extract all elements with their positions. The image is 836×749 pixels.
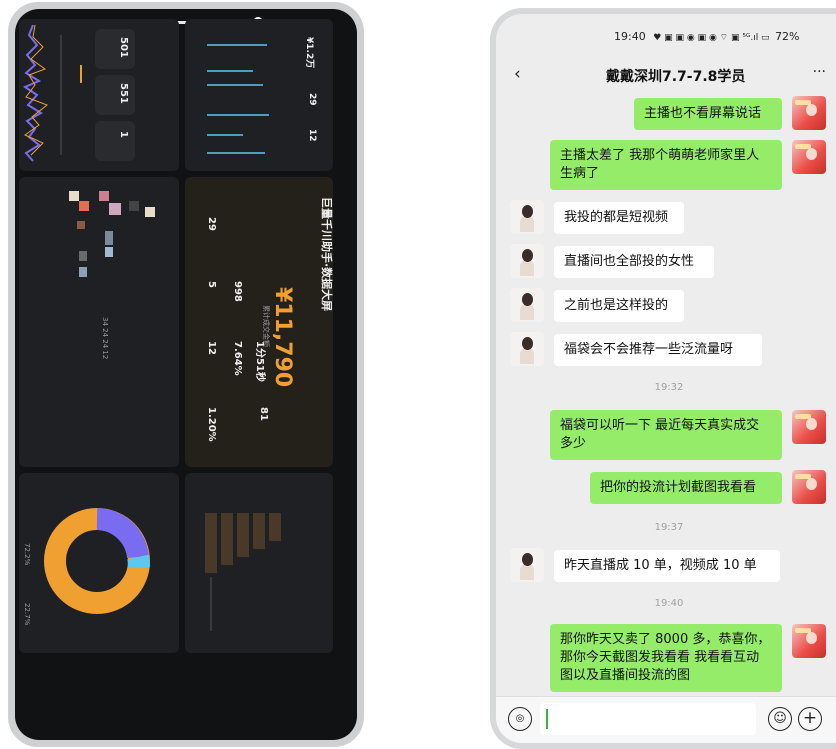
message-bubble-sent[interactable]: 主播也不看屏幕说话 [634,98,782,130]
avatar-contact[interactable] [510,332,544,366]
top-value-3: 12 [307,129,317,142]
avatar-me[interactable] [792,470,826,504]
chat-header: ‹ 戴戴深圳7.7-7.8学员 ··· [496,62,836,90]
traffic-donut-chart [44,508,150,614]
avatar-me[interactable] [792,410,826,444]
dashboard-title: 巨量千川助手·数据大屏 [320,197,333,312]
right-phone-frame: 19:40 ♥ ▣ ▣ ◉ ▣ ◉ ⌔ ▣ ⁵ᴳ.ıl ▭ 72% ‹ 戴戴深圳… [490,8,836,749]
avatar-contact[interactable] [510,288,544,322]
heatmap-axis-labels: 34 24 24 12 [101,317,109,360]
traffic-trend-panel: 501 551 1 [19,19,179,171]
stat-conversion: 7.64% [232,341,243,376]
back-arrow-icon[interactable]: ‹ [514,64,521,84]
stat-exposure: 998 [232,281,243,302]
status-time: 19:40 [614,30,646,43]
plus-icon[interactable]: + [798,707,822,731]
donut-segment-other [127,554,150,568]
message-bubble-received[interactable]: 之前也是这样投的 [554,290,684,322]
chat-timestamp: 19:40 [654,598,684,609]
pixel-heatmap [69,191,155,277]
avatar-contact[interactable] [510,244,544,278]
sales-value: ¥11,790 [270,287,295,388]
heatmap-panel: 34 24 24 12 [19,177,179,467]
top-value-1: ¥1.2万 [304,37,314,69]
avatar-contact[interactable] [510,200,544,234]
message-input[interactable] [540,703,756,735]
message-bubble-received[interactable]: 昨天直播成 10 单，视频成 10 单 [554,550,780,582]
message-bubble-received[interactable]: 我投的都是短视频 [554,202,684,234]
funnel-panel [185,473,333,653]
status-icons: ♥ ▣ ▣ ◉ ▣ ◉ ⌔ ▣ ⁵ᴳ.ıl ▭ [653,33,770,43]
donut-segment-paid [96,508,149,559]
funnel-chart [205,513,281,631]
order-bar-chart [207,44,269,154]
stat-refund: 12 [206,341,217,355]
avatar-me[interactable] [792,96,826,130]
more-options-icon[interactable]: ··· [813,64,826,80]
stat-orders: 29 [206,217,217,231]
stat-click-rate: 1.20% [206,407,217,442]
kpi-box-1 [95,29,135,69]
kpi-value-2: 551 [118,83,129,104]
text-caret [546,709,548,729]
message-bubble-sent[interactable]: 把你的投流计划截图我看看 [590,472,782,504]
stat-buyers: 5 [206,281,217,288]
order-bars-panel: ¥1.2万 29 12 [185,19,333,171]
avatar-contact[interactable] [510,548,544,582]
stat-watch-time: 1分51秒 [254,341,265,382]
voice-input-icon[interactable]: ◎ [508,707,532,731]
chat-input-bar: ◎ ☺ + [496,696,836,743]
top-value-2: 29 [307,93,317,106]
message-bubble-sent[interactable]: 福袋可以听一下 最近每天真实成交多少 [550,410,782,460]
message-bubble-sent[interactable]: 那你昨天又卖了 8000 多，恭喜你，那你今天截图发我看看 我看看互动图以及直播… [550,624,782,692]
emoji-icon[interactable]: ☺ [768,707,792,731]
kpi-box-2 [95,75,135,115]
chat-timestamp: 19:32 [654,382,684,393]
stat-interaction: 81 [258,407,269,421]
kpi-value-1: 501 [118,37,129,58]
chat-screen: 19:40 ♥ ▣ ▣ ◉ ▣ ◉ ⌔ ▣ ⁵ᴳ.ıl ▭ 72% ‹ 戴戴深圳… [496,14,836,743]
donut-pct-2: 22.7% [23,603,31,626]
battery-level: 72% [775,30,800,43]
chat-timestamp: 19:37 [654,522,684,533]
left-phone-frame: 501 551 1 ¥1.2万 29 12 34 24 24 12 巨量千川助手… [8,2,364,747]
donut-pct-1: 72.2% [23,543,31,566]
kpi-box-3 [95,121,135,161]
status-bar: 19:40 ♥ ▣ ▣ ◉ ▣ ◉ ⌔ ▣ ⁵ᴳ.ıl ▭ 72% [614,30,800,43]
avatar-me[interactable] [792,140,826,174]
avatar-me[interactable] [792,624,826,658]
dashboard-screenshot: 501 551 1 ¥1.2万 29 12 34 24 24 12 巨量千川助手… [15,9,357,740]
kpi-value-3: 1 [118,131,129,138]
message-bubble-sent[interactable]: 主播太差了 我那个萌萌老师家里人生病了 [550,140,782,190]
traffic-donut-panel: 72.2% 22.7% [19,473,179,653]
trend-chart [23,25,82,162]
message-bubble-received[interactable]: 福袋会不会推荐一些泛流量呀 [554,334,762,366]
message-bubble-received[interactable]: 直播间也全部投的女性 [554,246,714,278]
sales-panel: 巨量千川助手·数据大屏 ¥11,790 累计成交金额 29 5 12 1.20%… [185,177,333,467]
chat-title: 戴戴深圳7.7-7.8学员 [606,69,746,85]
